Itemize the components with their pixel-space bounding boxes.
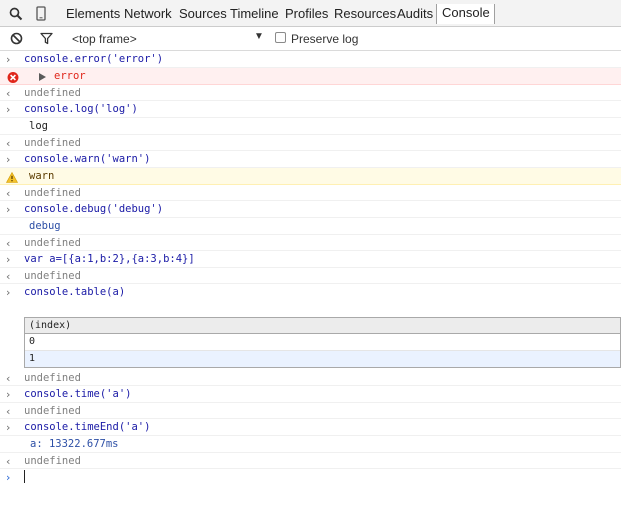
console-input-text[interactable]: console.table(a): [24, 286, 125, 299]
console-result-row: ‹ undefined: [0, 370, 621, 386]
input-chevron-icon: ›: [6, 53, 11, 66]
console-input-text[interactable]: console.timeEnd('a'): [24, 421, 150, 434]
devtools-tab-bar: Elements Network Sources Timeline Profil…: [0, 0, 621, 27]
console-toolbar: <top frame> ▼ Preserve log: [0, 27, 621, 51]
table-header-index[interactable]: (index): [25, 318, 620, 334]
preserve-log-label[interactable]: Preserve log: [291, 32, 358, 46]
console-result-row: ‹ undefined: [0, 85, 621, 101]
console-input-text[interactable]: var a=[{a:1,b:2},{a:3,b:4}]: [24, 253, 195, 266]
console-input-row: › console.warn('warn'): [0, 151, 621, 168]
result-chevron-icon: ‹: [6, 237, 11, 250]
console-result-row: ‹ undefined: [0, 453, 621, 469]
clear-console-icon[interactable]: [10, 32, 23, 45]
result-chevron-icon: ‹: [6, 372, 11, 385]
prompt-icon: ›: [6, 471, 11, 484]
error-icon: [7, 72, 19, 83]
console-result-text: undefined: [24, 237, 81, 249]
console-result-text: undefined: [24, 372, 81, 384]
tab-sources[interactable]: Sources: [179, 6, 227, 22]
console-warning-row: warn: [0, 168, 621, 185]
result-chevron-icon: ‹: [6, 405, 11, 418]
console-prompt[interactable]: ›: [0, 469, 621, 487]
console-result-row: ‹ undefined: [0, 185, 621, 201]
tab-network[interactable]: Network: [124, 6, 172, 22]
preserve-log-checkbox[interactable]: [275, 32, 286, 43]
table-row[interactable]: 1: [25, 351, 620, 367]
console-table: (index) 0 1: [24, 317, 621, 368]
tab-resources[interactable]: Resources: [334, 6, 396, 22]
console-result-text: undefined: [24, 187, 81, 199]
device-mode-icon[interactable]: [36, 6, 46, 21]
search-icon[interactable]: [9, 7, 23, 21]
console-result-row: ‹ undefined: [0, 268, 621, 284]
console-warning-text[interactable]: warn: [29, 170, 54, 183]
console-result-row: ‹ undefined: [0, 135, 621, 151]
warning-icon: [6, 171, 18, 183]
console-error-row: error: [0, 68, 621, 85]
input-chevron-icon: ›: [6, 203, 11, 216]
console-log-row: log: [0, 118, 621, 135]
prompt-caret: [24, 470, 25, 483]
console-debug-text[interactable]: debug: [29, 220, 61, 233]
console-input-text[interactable]: console.time('a'): [24, 388, 131, 401]
console-result-row: ‹ undefined: [0, 235, 621, 251]
input-chevron-icon: ›: [6, 388, 11, 401]
console-result-text: undefined: [24, 137, 81, 149]
console-result-text: undefined: [24, 87, 81, 99]
console-timer-text[interactable]: a: 13322.677ms: [30, 438, 119, 451]
input-chevron-icon: ›: [6, 103, 11, 116]
input-chevron-icon: ›: [6, 421, 11, 434]
console-input-text[interactable]: console.log('log'): [24, 103, 138, 116]
console-result-text: undefined: [24, 405, 81, 417]
console-input-row: › var a=[{a:1,b:2},{a:3,b:4}]: [0, 251, 621, 268]
tab-timeline[interactable]: Timeline: [230, 6, 279, 22]
result-chevron-icon: ‹: [6, 270, 11, 283]
input-chevron-icon: ›: [6, 253, 11, 266]
input-chevron-icon: ›: [6, 286, 11, 299]
console-input-row: › console.timeEnd('a'): [0, 419, 621, 436]
console-input-row: › console.time('a'): [0, 386, 621, 403]
console-debug-row: debug: [0, 218, 621, 235]
expand-triangle-icon[interactable]: [39, 73, 46, 81]
console-input-row: › console.log('log'): [0, 101, 621, 118]
result-chevron-icon: ‹: [6, 87, 11, 100]
tab-console[interactable]: Console: [436, 4, 495, 24]
console-log-row: a: 13322.677ms: [0, 436, 621, 453]
console-input-row: › console.error('error'): [0, 51, 621, 68]
result-chevron-icon: ‹: [6, 137, 11, 150]
console-result-text: undefined: [24, 455, 81, 467]
tab-elements[interactable]: Elements: [66, 6, 120, 22]
console-input-text[interactable]: console.warn('warn'): [24, 153, 150, 166]
console-result-text: undefined: [24, 270, 81, 282]
result-chevron-icon: ‹: [6, 187, 11, 200]
result-chevron-icon: ‹: [6, 455, 11, 468]
console-input-row: › console.debug('debug'): [0, 201, 621, 218]
input-chevron-icon: ›: [6, 153, 11, 166]
tab-audits[interactable]: Audits: [397, 6, 433, 22]
frame-selector[interactable]: <top frame>: [72, 32, 137, 46]
tab-profiles[interactable]: Profiles: [285, 6, 328, 22]
console-log-text[interactable]: log: [29, 120, 48, 133]
console-input-text[interactable]: console.debug('debug'): [24, 203, 163, 216]
table-row[interactable]: 0: [25, 334, 620, 351]
filter-icon[interactable]: [40, 32, 53, 45]
dropdown-arrow-icon[interactable]: ▼: [254, 31, 264, 42]
console-result-row: ‹ undefined: [0, 403, 621, 419]
console-input-text[interactable]: console.error('error'): [24, 53, 163, 66]
console-error-text[interactable]: error: [54, 70, 86, 83]
console-input-row: › console.table(a): [0, 284, 621, 302]
